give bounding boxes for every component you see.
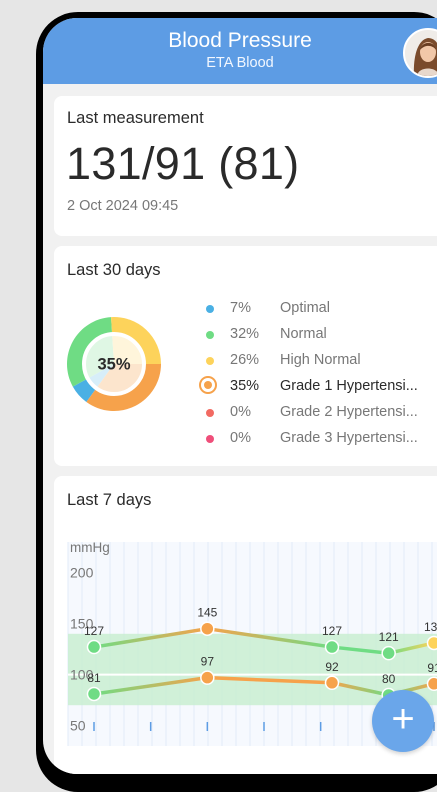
systolic-data-label: 127 bbox=[322, 624, 342, 638]
last-30-days-title: Last 30 days bbox=[67, 261, 161, 280]
legend-percent: 0% bbox=[230, 404, 251, 420]
systolic-data-label: 121 bbox=[379, 630, 399, 644]
last-7-days-title: Last 7 days bbox=[67, 491, 151, 510]
diastolic-data-label: 92 bbox=[325, 660, 339, 674]
systolic-point[interactable] bbox=[428, 636, 437, 649]
last-measurement-value: 131/91 (81) bbox=[66, 138, 299, 190]
diastolic-point[interactable] bbox=[326, 676, 339, 689]
donut-center-label: 35% bbox=[97, 356, 130, 374]
systolic-data-label: 131 bbox=[424, 620, 437, 634]
last-measurement-title: Last measurement bbox=[67, 109, 204, 128]
legend-selected-marker bbox=[199, 376, 217, 394]
systolic-point[interactable] bbox=[88, 641, 101, 654]
y-tick-label: 200 bbox=[70, 565, 94, 581]
legend-label: Grade 3 Hypertensi... bbox=[280, 430, 418, 446]
app-screen: Blood Pressure ETA Blood Last measuremen… bbox=[43, 18, 437, 774]
legend-percent: 0% bbox=[230, 430, 251, 446]
legend-percent: 32% bbox=[230, 326, 259, 342]
y-axis-label: mmHg bbox=[70, 540, 110, 555]
diastolic-data-label: 81 bbox=[87, 671, 101, 685]
avatar-portrait-icon bbox=[405, 30, 437, 76]
legend-color-dot bbox=[206, 435, 214, 443]
last-measurement-date: 2 Oct 2024 09:45 bbox=[67, 198, 178, 214]
diastolic-point[interactable] bbox=[428, 677, 437, 690]
last-30-days-card[interactable]: Last 30 days 35% 7% Optimal 32% Normal 26% Hi… bbox=[54, 246, 437, 466]
app-title: Blood Pressure bbox=[43, 29, 437, 53]
systolic-data-label: 127 bbox=[84, 624, 104, 638]
diastolic-data-label: 80 bbox=[382, 672, 396, 686]
last-measurement-card[interactable]: Last measurement 131/91 (81) 2 Oct 2024 … bbox=[54, 96, 437, 236]
systolic-point[interactable] bbox=[201, 622, 214, 635]
legend-percent: 26% bbox=[230, 352, 259, 368]
y-tick-label: 50 bbox=[70, 718, 86, 734]
add-measurement-button[interactable]: + bbox=[372, 690, 434, 752]
legend-label: Grade 1 Hypertensi... bbox=[280, 378, 418, 394]
app-header: Blood Pressure ETA Blood bbox=[43, 18, 437, 84]
app-subtitle: ETA Blood bbox=[43, 54, 437, 72]
diastolic-point[interactable] bbox=[201, 671, 214, 684]
systolic-point[interactable] bbox=[382, 647, 395, 660]
plus-icon: + bbox=[372, 699, 434, 739]
diastolic-data-label: 97 bbox=[201, 655, 215, 669]
legend-percent: 7% bbox=[230, 300, 251, 316]
legend-label: High Normal bbox=[280, 352, 361, 368]
legend-label: Optimal bbox=[280, 300, 330, 316]
legend-color-dot bbox=[206, 305, 214, 313]
legend-label: Grade 2 Hypertensi... bbox=[280, 404, 418, 420]
systolic-point[interactable] bbox=[326, 641, 339, 654]
systolic-data-label: 145 bbox=[197, 606, 217, 620]
diastolic-point[interactable] bbox=[88, 687, 101, 700]
diastolic-data-label: 91 bbox=[427, 661, 437, 675]
legend-label: Normal bbox=[280, 326, 327, 342]
legend-color-dot bbox=[206, 357, 214, 365]
legend-percent: 35% bbox=[230, 378, 259, 394]
donut-chart: 35% bbox=[66, 316, 162, 412]
legend-color-dot bbox=[206, 409, 214, 417]
legend-color-dot bbox=[206, 331, 214, 339]
